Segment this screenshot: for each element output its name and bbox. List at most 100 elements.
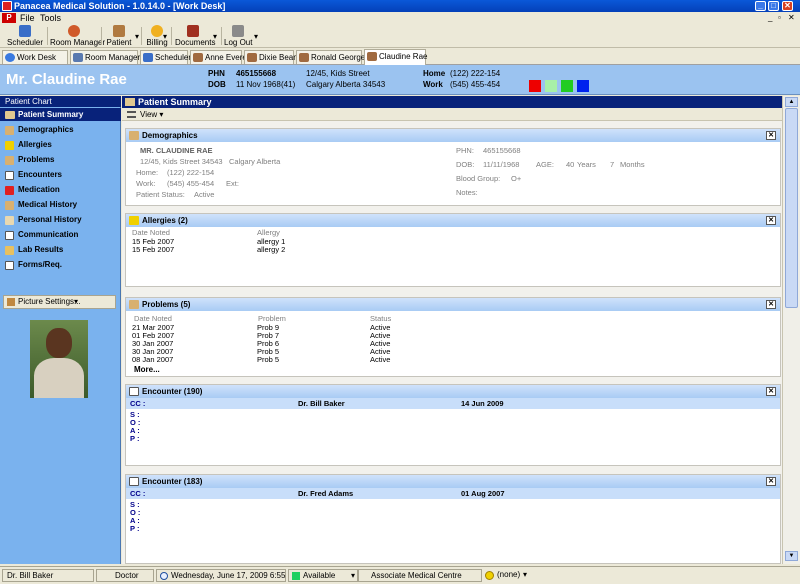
communication-icon (5, 231, 14, 240)
tab-scheduler[interactable]: Scheduler (140, 50, 191, 64)
toolbar-separator (171, 27, 172, 45)
sidebar-item-patient-summary[interactable]: Patient Summary (0, 108, 121, 121)
scroll-thumb[interactable] (785, 108, 798, 308)
patient-icon (299, 53, 309, 62)
sidebar-item-demographics[interactable]: Demographics (0, 123, 121, 137)
demo-dob-value: 11/11/1968 (483, 160, 520, 169)
flag-swatch-lightgreen[interactable] (545, 80, 557, 92)
logout-button[interactable]: Log Out (224, 25, 252, 47)
documents-icon (187, 25, 199, 37)
patient-header: Mr. Claudine Rae PHN 465155668 DOB 11 No… (0, 65, 800, 95)
flag-swatch-green[interactable] (561, 80, 573, 92)
encounter-cc-label: CC : (130, 399, 146, 408)
demo-status-label: Patient Status: (136, 190, 185, 199)
face-icon (485, 571, 494, 580)
tab-room-manager[interactable]: Room Manager (70, 50, 140, 64)
status-extra[interactable]: (none) ▾ (483, 569, 553, 582)
close-icon[interactable]: ✕ (766, 131, 776, 140)
problems-more-link[interactable]: More... (134, 365, 160, 374)
work-phone-value: (545) 455-454 (450, 80, 501, 89)
clock-icon (160, 572, 168, 580)
sidebar-item-medical-history[interactable]: Medical History (0, 198, 121, 212)
calendar-icon (143, 53, 153, 62)
scheduler-button[interactable]: Scheduler (6, 25, 44, 47)
home-phone-label: Home (423, 69, 446, 78)
status-datetime: Wednesday, June 17, 2009 6:55 PM (156, 569, 300, 582)
encounter-icon (129, 477, 139, 486)
summary-content: Demographics ✕ MR. CLAUDINE RAE 12/45, K… (122, 121, 782, 564)
dob-label: DOB (208, 80, 226, 89)
scroll-up-icon[interactable]: ▲ (785, 97, 798, 107)
encounter-panel: Encounter (183) ✕ CC : Dr. Fred Adams 01… (125, 474, 781, 564)
mdi-close-button[interactable]: ✕ (788, 12, 795, 24)
toolbar-separator (101, 27, 102, 45)
demo-notes-label: Notes: (456, 188, 478, 197)
chevron-down-icon: ▾ (351, 571, 356, 580)
allergy-col-date: Date Noted (132, 228, 170, 237)
menu-file[interactable]: File (20, 12, 35, 24)
problem-col-date: Date Noted (134, 314, 172, 323)
close-icon[interactable]: ✕ (766, 300, 776, 309)
demo-age-months: 7 (610, 160, 615, 169)
flag-swatch-blue[interactable] (577, 80, 589, 92)
scroll-down-icon[interactable]: ▼ (785, 551, 798, 561)
patient-name: Mr. Claudine Rae (6, 71, 127, 88)
phn-value: 465155668 (236, 69, 277, 78)
toolbar-separator (47, 27, 48, 45)
flag-swatch-red[interactable] (529, 80, 541, 92)
sidebar-item-allergies[interactable]: Allergies (0, 138, 121, 152)
dob-value: 11 Nov 1968 (236, 80, 281, 89)
close-icon[interactable]: ✕ (766, 216, 776, 225)
allergy-col-name: Allergy (257, 228, 280, 237)
problems-header: Problems (5) ✕ (126, 298, 780, 311)
view-menu-button[interactable]: View ▾ (140, 110, 163, 119)
sidebar-item-lab-results[interactable]: Lab Results (0, 243, 121, 257)
address-line2: Calgary Alberta 34543 (306, 80, 386, 89)
close-icon[interactable]: ✕ (766, 477, 776, 486)
demo-age-label: AGE: (536, 160, 554, 169)
tab-patient-ronald-george[interactable]: Ronald George (296, 50, 365, 64)
tab-patient-dixie-bean[interactable]: Dixie Bean (244, 50, 298, 64)
patient-icon (193, 53, 203, 62)
encounter-cc-row: CC : Dr. Fred Adams 01 Aug 2007 (126, 488, 780, 499)
sidebar-item-forms[interactable]: Forms/Req. (0, 258, 121, 272)
tab-patient-anne-everett[interactable]: Anne Everett (190, 50, 251, 64)
patient-button[interactable]: Patient (104, 25, 134, 47)
tab-patient-claudine-rae[interactable]: Claudine Rae (364, 49, 427, 65)
picture-settings-button[interactable]: Picture Settings... ▾ (3, 295, 116, 309)
close-window-button[interactable]: ✕ (782, 1, 793, 11)
demo-age-years: 40 (566, 160, 575, 169)
history-icon (5, 201, 14, 210)
maximize-button[interactable]: □ (768, 1, 779, 11)
demo-blood-value: O+ (511, 174, 522, 183)
calendar-icon (19, 25, 31, 37)
tab-work-desk[interactable]: Work Desk (2, 50, 68, 64)
sidebar-item-encounters[interactable]: Encounters (0, 168, 121, 182)
close-icon[interactable]: ✕ (766, 387, 776, 396)
minimize-button[interactable]: _ (755, 1, 766, 11)
sidebar-item-problems[interactable]: Problems (0, 153, 121, 167)
documents-button[interactable]: Documents (175, 25, 215, 47)
mdi-restore-button[interactable]: ▫ (778, 12, 781, 24)
encounter-header: Encounter (183) ✕ (126, 475, 780, 488)
status-bar: Dr. Bill Baker Doctor Wednesday, June 17… (0, 566, 800, 584)
vertical-scrollbar[interactable]: ▲ ▼ (782, 96, 800, 564)
sidebar-item-medication[interactable]: Medication (0, 183, 121, 197)
status-user: Dr. Bill Baker (2, 569, 94, 582)
toolbar: Scheduler Room Manager Patient ▾ Billing… (0, 24, 800, 48)
demographics-header: Demographics ✕ (126, 129, 780, 142)
status-role: Doctor (96, 569, 154, 582)
picture-icon (7, 298, 15, 306)
work-phone-label: Work (423, 80, 443, 89)
demographics-panel: Demographics ✕ MR. CLAUDINE RAE 12/45, K… (125, 128, 781, 206)
problems-icon (5, 156, 14, 165)
menu-bar: P File Tools _ ▫ ✕ (0, 12, 800, 24)
menu-tools[interactable]: Tools (40, 12, 61, 24)
address-line1: 12/45, Kids Street (306, 69, 370, 78)
mdi-minimize-button[interactable]: _ (768, 12, 772, 24)
sidebar-item-communication[interactable]: Communication (0, 228, 121, 242)
sidebar-item-personal-history[interactable]: Personal History (0, 213, 121, 227)
status-availability[interactable]: Available ▾ (288, 569, 358, 582)
demo-name: MR. CLAUDINE RAE (140, 146, 213, 155)
room-manager-button[interactable]: Room Manager (50, 25, 105, 47)
